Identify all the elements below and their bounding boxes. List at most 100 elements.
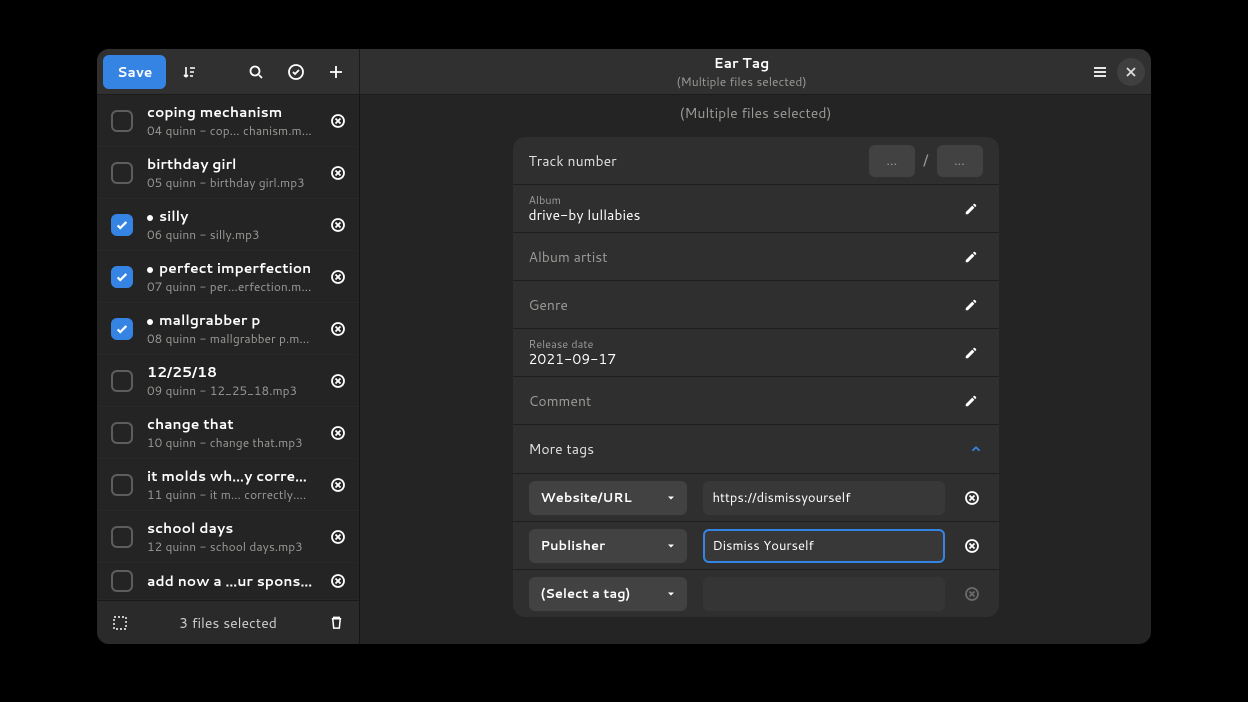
- main-subtitle: (Multiple files selected): [360, 95, 1151, 137]
- file-text: mallgrabber p08 quinn - mallgrabber p.mp…: [147, 310, 313, 347]
- hamburger-icon: [1092, 64, 1108, 80]
- track-number-input[interactable]: ...: [869, 145, 915, 177]
- sidebar-footer: 3 files selected: [97, 600, 359, 644]
- remove-file-button[interactable]: [327, 266, 349, 288]
- select-all-button[interactable]: [279, 55, 313, 89]
- tag-value-input[interactable]: [703, 529, 945, 563]
- remove-file-button[interactable]: [327, 162, 349, 184]
- file-filename: 04 quinn - cop… chanism.mp3: [147, 122, 313, 139]
- release-date-value: 2021-09-17: [529, 351, 959, 368]
- file-item[interactable]: 12/25/1809 quinn - 12_25_18.mp3: [97, 355, 359, 407]
- remove-selected-button[interactable]: [323, 610, 349, 636]
- extra-tag-row: Publisher: [513, 521, 999, 569]
- file-checkbox[interactable]: [111, 370, 133, 392]
- release-date-row[interactable]: Release date 2021-09-17: [513, 329, 999, 377]
- file-item[interactable]: birthday girl05 quinn - birthday girl.mp…: [97, 147, 359, 199]
- save-button[interactable]: Save: [103, 55, 166, 89]
- file-title: silly: [147, 206, 313, 226]
- comment-row[interactable]: Comment: [513, 377, 999, 425]
- remove-file-button[interactable]: [327, 214, 349, 236]
- file-title: change that: [147, 414, 313, 434]
- remove-file-button[interactable]: [327, 370, 349, 392]
- header-bar: Save Ear Tag (Multiple files selected): [97, 49, 1151, 95]
- remove-file-button[interactable]: [327, 318, 349, 340]
- trash-icon: [329, 615, 344, 630]
- remove-file-button[interactable]: [327, 422, 349, 444]
- file-item[interactable]: mallgrabber p08 quinn - mallgrabber p.mp…: [97, 303, 359, 355]
- file-title: coping mechanism: [147, 102, 313, 122]
- file-item[interactable]: school days12 quinn - school days.mp3: [97, 511, 359, 563]
- file-title: add now a …ur sponsors: [147, 571, 313, 591]
- header-right: Ear Tag (Multiple files selected): [360, 49, 1151, 94]
- remove-file-button[interactable]: [327, 474, 349, 496]
- select-none-button[interactable]: [107, 610, 133, 636]
- search-button[interactable]: [239, 55, 273, 89]
- remove-tag-button[interactable]: [961, 490, 983, 506]
- close-icon: [1126, 67, 1136, 77]
- remove-tag-button: [961, 586, 983, 602]
- app-window: Save Ear Tag (Multiple files selected): [97, 49, 1151, 644]
- file-text: add now a …ur sponsors: [147, 571, 313, 591]
- remove-file-button[interactable]: [327, 570, 349, 592]
- file-text: change that10 quinn - change that.mp3: [147, 414, 313, 451]
- remove-file-button[interactable]: [327, 110, 349, 132]
- album-value: drive-by lullabies: [529, 207, 959, 224]
- extra-tag-row: Website/URL: [513, 473, 999, 521]
- file-checkbox[interactable]: [111, 266, 133, 288]
- file-text: 12/25/1809 quinn - 12_25_18.mp3: [147, 362, 313, 399]
- file-title: birthday girl: [147, 154, 313, 174]
- file-list[interactable]: coping mechanism04 quinn - cop… chanism.…: [97, 95, 359, 600]
- file-item[interactable]: coping mechanism04 quinn - cop… chanism.…: [97, 95, 359, 147]
- file-checkbox[interactable]: [111, 570, 133, 592]
- tag-value-input[interactable]: [703, 481, 945, 515]
- track-slash: /: [923, 149, 929, 172]
- selection-status: 3 files selected: [143, 613, 313, 633]
- file-text: silly06 quinn - silly.mp3: [147, 206, 313, 243]
- file-item[interactable]: it molds wh…y correctly11 quinn - it m… …: [97, 459, 359, 511]
- file-checkbox[interactable]: [111, 162, 133, 184]
- file-filename: 08 quinn - mallgrabber p.mp3: [147, 330, 313, 347]
- tag-value-input: [703, 577, 945, 611]
- file-checkbox[interactable]: [111, 214, 133, 236]
- file-title: it molds wh…y correctly: [147, 466, 313, 486]
- close-button[interactable]: [1117, 58, 1145, 86]
- tag-name-dropdown[interactable]: Website/URL: [529, 481, 687, 515]
- album-artist-label: Album artist: [529, 247, 608, 267]
- file-item[interactable]: perfect imperfection07 quinn - per…erfec…: [97, 251, 359, 303]
- file-checkbox[interactable]: [111, 110, 133, 132]
- file-checkbox[interactable]: [111, 474, 133, 496]
- file-text: coping mechanism04 quinn - cop… chanism.…: [147, 102, 313, 139]
- file-text: school days12 quinn - school days.mp3: [147, 518, 313, 555]
- file-title: school days: [147, 518, 313, 538]
- album-row[interactable]: Album drive-by lullabies: [513, 185, 999, 233]
- pencil-icon: [959, 202, 983, 216]
- file-checkbox[interactable]: [111, 318, 133, 340]
- file-item[interactable]: add now a …ur sponsors: [97, 563, 359, 600]
- file-checkbox[interactable]: [111, 422, 133, 444]
- comment-label: Comment: [529, 391, 592, 411]
- menu-button[interactable]: [1083, 55, 1117, 89]
- pencil-icon: [959, 346, 983, 360]
- remove-file-button[interactable]: [327, 526, 349, 548]
- file-filename: 06 quinn - silly.mp3: [147, 226, 313, 243]
- track-total-input[interactable]: ...: [937, 145, 983, 177]
- file-item[interactable]: silly06 quinn - silly.mp3: [97, 199, 359, 251]
- file-title: perfect imperfection: [147, 258, 313, 278]
- check-circle-icon: [287, 63, 305, 81]
- file-filename: 10 quinn - change that.mp3: [147, 434, 313, 451]
- add-file-button[interactable]: [319, 55, 353, 89]
- album-artist-row[interactable]: Album artist: [513, 233, 999, 281]
- file-filename: 09 quinn - 12_25_18.mp3: [147, 382, 313, 399]
- file-checkbox[interactable]: [111, 526, 133, 548]
- genre-label: Genre: [529, 295, 568, 315]
- remove-tag-button[interactable]: [961, 538, 983, 554]
- tag-name-dropdown[interactable]: (Select a tag): [529, 577, 687, 611]
- tag-name-dropdown[interactable]: Publisher: [529, 529, 687, 563]
- window-title: Ear Tag: [400, 53, 1083, 73]
- genre-row[interactable]: Genre: [513, 281, 999, 329]
- sort-button[interactable]: [172, 55, 206, 89]
- main-panel: (Multiple files selected) Track number .…: [360, 95, 1151, 644]
- window-subtitle: (Multiple files selected): [400, 73, 1083, 90]
- more-tags-row[interactable]: More tags: [513, 425, 999, 473]
- file-item[interactable]: change that10 quinn - change that.mp3: [97, 407, 359, 459]
